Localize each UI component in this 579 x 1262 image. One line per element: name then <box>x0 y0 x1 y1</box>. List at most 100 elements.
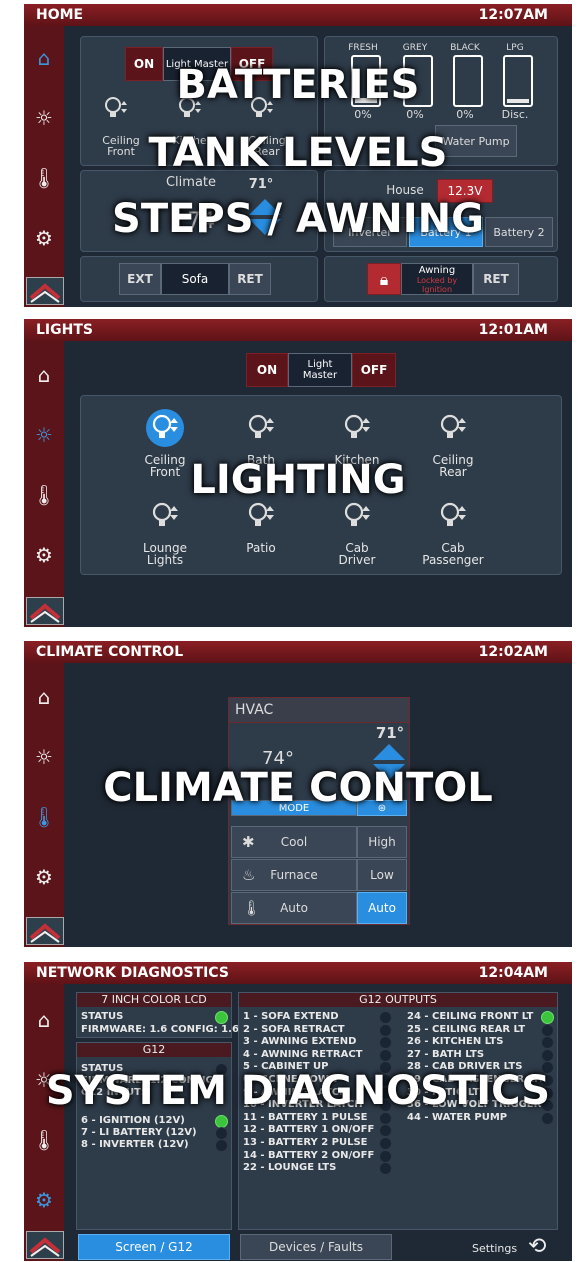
overlay-tank-levels: TANK LEVELS <box>148 130 448 176</box>
hvac-panel: HVAC 71° 74° MODE ⊛ ✱ Cool ♨ Furnace 🌡︎ … <box>228 697 410 925</box>
tab-devices-faults[interactable]: Devices / Faults <box>240 1234 392 1260</box>
bulb-icon[interactable]: ☼ <box>30 421 58 449</box>
light-label: Cab Driver <box>338 541 376 567</box>
brand-logo <box>26 277 64 305</box>
lights-clock: 12:01AM <box>478 322 548 338</box>
mode-furnace-label: Furnace <box>270 867 318 882</box>
status-indicator <box>379 1011 392 1024</box>
network-title-bar: NETWORK DIAGNOSTICS 12:04AM <box>24 962 572 984</box>
light-label: Cab Passenger <box>422 541 484 567</box>
awning-label: Awning <box>418 264 456 276</box>
bulb-icon <box>440 414 466 438</box>
output-row: 14 - BATTERY 2 ON/OFF <box>243 1149 375 1161</box>
status-indicator <box>379 1036 392 1050</box>
output-row: 3 - AWNING EXTEND <box>243 1036 357 1048</box>
fan-auto-button[interactable]: Auto <box>357 892 407 924</box>
home-icon[interactable]: ⌂ <box>30 1006 58 1034</box>
lcd-status-indicator <box>215 1011 228 1024</box>
output-row: 24 - CEILING FRONT LT <box>407 1011 534 1022</box>
bulb-icon[interactable]: ☼ <box>30 104 58 132</box>
status-indicator <box>379 1023 392 1037</box>
network-title: NETWORK DIAGNOSTICS <box>36 965 229 981</box>
tank-value-black: 0% <box>456 108 474 121</box>
overlay-steps-awning: STEPS / AWNING <box>112 196 484 242</box>
climate-clock: 12:02AM <box>478 644 548 660</box>
lcd-firmware: FIRMWARE: 1.6 CONFIG: 1.6 <box>81 1024 239 1035</box>
mode-auto-button[interactable]: 🌡︎ Auto <box>231 892 357 924</box>
steps-extend-button[interactable]: EXT <box>119 263 161 295</box>
status-indicator <box>541 1048 554 1062</box>
tank-name-lpg: LPG <box>506 43 524 53</box>
bulb-icon <box>248 414 274 438</box>
climate-label: Climate <box>165 175 217 190</box>
lights-screen: LIGHTS 12:01AM ⌂ ☼ 🌡︎ ⚙ ON Light Master … <box>24 319 572 627</box>
home-clock: 12:07AM <box>478 7 548 23</box>
output-row: 13 - BATTERY 2 PULSE <box>243 1137 368 1148</box>
brand-logo <box>26 1231 64 1259</box>
snowflake-icon: ✱ <box>242 832 255 851</box>
light-label: Lounge Lights <box>142 541 188 567</box>
hvac-setpoint: 71° <box>375 724 405 742</box>
overlay-system-diagnostics: SYSTEM DIAGNOSTICS <box>45 1068 551 1114</box>
gear-icon[interactable]: ⚙ <box>30 863 58 891</box>
output-row: 27 - BATH LTS <box>407 1048 485 1060</box>
refresh-icon[interactable]: ⟲ <box>528 1234 546 1259</box>
hvac-header: HVAC <box>229 698 409 723</box>
status-indicator <box>379 1137 392 1150</box>
thermometer-icon[interactable]: 🌡︎ <box>30 1126 58 1154</box>
mode-cool-label: Cool <box>280 834 308 849</box>
home-icon[interactable]: ⌂ <box>30 361 58 389</box>
tank-value-lpg: Disc. <box>501 108 529 121</box>
output-row: 22 - LOUNGE LTS <box>243 1162 337 1174</box>
output-row: 25 - CEILING REAR LT <box>407 1023 526 1035</box>
awning-retract-button[interactable]: RET <box>473 263 519 295</box>
steps-label: Sofa <box>161 263 229 295</box>
overlay-batteries: BATTERIES <box>176 62 420 108</box>
home-title-bar: HOME 12:07AM <box>24 4 572 26</box>
light-on-button[interactable]: ON <box>246 353 288 387</box>
sidebar: ⌂ ☼ 🌡︎ ⚙ <box>24 984 64 1261</box>
tank-name-black: BLACK <box>450 43 480 53</box>
awning-locked-text: Locked by Ignition <box>416 275 458 294</box>
light-lounge-lights[interactable]: Lounge Lights <box>125 496 205 576</box>
gear-icon[interactable]: ⚙ <box>30 541 58 569</box>
lock-icon: 🔒︎ <box>367 263 401 295</box>
g12-input-row: 8 - INVERTER (12V) <box>81 1139 189 1150</box>
tank-value-grey: 0% <box>406 108 424 121</box>
status-indicator <box>541 1011 554 1024</box>
mode-furnace-button[interactable]: ♨ Furnace <box>231 859 357 891</box>
status-indicator <box>541 1036 554 1050</box>
g12-input-row: 7 - LI BATTERY (12V) <box>81 1127 197 1138</box>
gear-icon[interactable]: ⚙ <box>30 1186 58 1214</box>
g12-title: G12 <box>77 1043 231 1057</box>
mode-cool-button[interactable]: ✱ Cool <box>231 826 357 858</box>
g12-outputs-title: G12 OUTPUTS <box>239 993 557 1007</box>
light-master-label: Light Master <box>288 353 352 387</box>
awning-status: Awning Locked by Ignition <box>401 263 473 295</box>
tank-name-fresh: FRESH <box>348 43 378 53</box>
output-row: 1 - SOFA EXTEND <box>243 1011 339 1022</box>
fan-high-button[interactable]: High <box>357 826 407 858</box>
tab-screen-g12[interactable]: Screen / G12 <box>78 1234 230 1260</box>
status-indicator <box>379 1162 392 1176</box>
lights-title: LIGHTS <box>36 322 93 338</box>
light-patio[interactable]: Patio <box>221 496 301 576</box>
light-off-button[interactable]: OFF <box>352 353 396 387</box>
network-screen: NETWORK DIAGNOSTICS 12:04AM ⌂ ☼ 🌡︎ ⚙ 7 I… <box>24 962 572 1261</box>
status-indicator <box>541 1023 554 1037</box>
output-row: 4 - AWNING RETRACT <box>243 1048 363 1060</box>
status-indicator <box>215 1139 228 1152</box>
status-indicator <box>379 1048 392 1062</box>
output-row: 26 - KITCHEN LTS <box>407 1036 504 1048</box>
climate-title-bar: CLIMATE CONTROL 12:02AM <box>24 641 572 663</box>
status-indicator <box>379 1124 392 1138</box>
light-cab-driver[interactable]: Cab Driver <box>317 496 397 576</box>
status-indicator <box>379 1149 392 1163</box>
overlay-climate-control: CLIMATE CONTOL <box>103 765 493 811</box>
light-cab-passenger[interactable]: Cab Passenger <box>413 496 493 576</box>
home-icon[interactable]: ⌂ <box>30 683 58 711</box>
brand-logo <box>26 917 64 945</box>
fan-low-button[interactable]: Low <box>357 859 407 891</box>
g12-input-row: 6 - IGNITION (12V) <box>81 1115 185 1126</box>
steps-retract-button[interactable]: RET <box>229 263 271 295</box>
